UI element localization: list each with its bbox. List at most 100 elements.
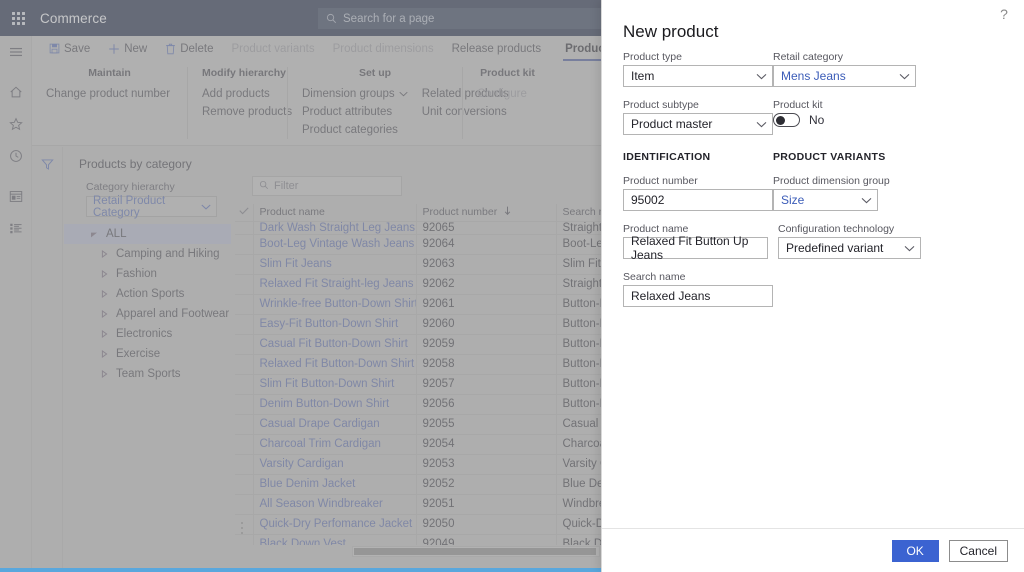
tree-node-action-sports[interactable]: Action Sports bbox=[64, 284, 231, 304]
table-row[interactable]: Boot-Leg Vintage Wash Jeans 92064 Boot-L… bbox=[235, 234, 601, 255]
funnel-icon[interactable] bbox=[32, 158, 63, 171]
row-checkbox[interactable] bbox=[235, 221, 254, 235]
help-icon[interactable]: ? bbox=[995, 5, 1013, 23]
triangle-right-icon[interactable] bbox=[96, 330, 112, 338]
table-row[interactable]: Slim Fit Jeans 92063 Slim Fit Jeans bbox=[235, 254, 601, 275]
horizontal-scrollbar[interactable] bbox=[352, 546, 600, 557]
cell-product-name[interactable]: Relaxed Fit Button-Down Shirt bbox=[253, 354, 417, 375]
product-attributes-button[interactable]: Product attributes bbox=[302, 106, 408, 118]
product-dimension-group-select[interactable]: Size bbox=[773, 189, 878, 211]
table-row[interactable]: Slim Fit Button-Down Shirt 92057 Button-… bbox=[235, 374, 601, 395]
cell-product-name[interactable]: Quick-Dry Perfomance Jacket bbox=[253, 514, 417, 535]
table-row[interactable]: Dark Wash Straight Leg Jeans 92065 Strai… bbox=[235, 221, 601, 235]
change-product-number-button[interactable]: Change product number bbox=[46, 88, 170, 100]
row-checkbox[interactable] bbox=[235, 494, 254, 515]
table-row[interactable]: Denim Button-Down Shirt 92056 Button-Dow… bbox=[235, 394, 601, 415]
table-row[interactable]: Charcoal Trim Cardigan 92054 Charcoal Ca… bbox=[235, 434, 601, 455]
product-categories-button[interactable]: Product categories bbox=[302, 124, 408, 136]
row-checkbox[interactable] bbox=[235, 234, 254, 255]
table-row[interactable]: Blue Denim Jacket 92052 Blue Denim Jacke… bbox=[235, 474, 601, 495]
global-search-input[interactable]: Search for a page bbox=[318, 8, 601, 29]
row-checkbox[interactable] bbox=[235, 534, 254, 545]
dimension-groups-button[interactable]: Dimension groups bbox=[302, 88, 408, 100]
product-type-select[interactable]: Item bbox=[623, 65, 773, 87]
row-checkbox[interactable] bbox=[235, 254, 254, 275]
row-checkbox[interactable] bbox=[235, 294, 254, 315]
triangle-right-icon[interactable] bbox=[96, 250, 112, 258]
toggle-switch-off-icon[interactable] bbox=[773, 113, 800, 127]
scrollbar-thumb[interactable] bbox=[354, 548, 596, 555]
table-row[interactable]: Relaxed Fit Straight-leg Jeans 92062 Str… bbox=[235, 274, 601, 295]
row-checkbox[interactable] bbox=[235, 374, 254, 395]
remove-products-button[interactable]: Remove products bbox=[202, 106, 292, 118]
row-checkbox[interactable] bbox=[235, 454, 254, 475]
cell-product-name[interactable]: Wrinkle-free Button-Down Shirt bbox=[253, 294, 417, 315]
row-checkbox[interactable] bbox=[235, 394, 254, 415]
retail-category-select[interactable]: Mens Jeans bbox=[773, 65, 916, 87]
cancel-button[interactable]: Cancel bbox=[948, 539, 1008, 562]
cell-product-name[interactable]: Slim Fit Jeans bbox=[253, 254, 417, 275]
select-all-header[interactable] bbox=[235, 204, 254, 222]
table-row[interactable]: Quick-Dry Perfomance Jacket 92050 Quick-… bbox=[235, 514, 601, 535]
row-checkbox[interactable] bbox=[235, 334, 254, 355]
product-kit-toggle[interactable]: No bbox=[773, 113, 923, 127]
product-number-input[interactable]: 95002 bbox=[623, 189, 773, 211]
tree-node-electronics[interactable]: Electronics bbox=[64, 324, 231, 344]
table-row[interactable]: Casual Fit Button-Down Shirt 92059 Butto… bbox=[235, 334, 601, 355]
cell-product-name[interactable]: Easy-Fit Button-Down Shirt bbox=[253, 314, 417, 335]
tree-node-all[interactable]: ALL bbox=[64, 224, 231, 244]
column-header-product-name[interactable]: Product name bbox=[253, 204, 417, 222]
app-launcher-icon[interactable] bbox=[0, 0, 36, 36]
configuration-technology-select[interactable]: Predefined variant bbox=[778, 237, 921, 259]
tab-release-products[interactable]: Release products bbox=[443, 36, 551, 61]
triangle-right-icon[interactable] bbox=[96, 370, 112, 378]
search-name-input[interactable]: Relaxed Jeans bbox=[623, 285, 773, 307]
row-checkbox[interactable] bbox=[235, 314, 254, 335]
table-row[interactable]: Black Down Vest 92049 Black Down Vest bbox=[235, 534, 601, 545]
delete-button[interactable]: Delete bbox=[156, 36, 222, 61]
triangle-right-icon[interactable] bbox=[96, 270, 112, 278]
configure-button[interactable]: Configure bbox=[477, 88, 527, 100]
cell-product-name[interactable]: Varsity Cardigan bbox=[253, 454, 417, 475]
cell-product-name[interactable]: Blue Denim Jacket bbox=[253, 474, 417, 495]
product-name-input[interactable]: Relaxed Fit Button Up Jeans bbox=[623, 234, 768, 262]
table-row[interactable]: All Season Windbreaker 92051 Windbreaker bbox=[235, 494, 601, 515]
row-checkbox[interactable] bbox=[235, 514, 254, 535]
triangle-right-icon[interactable] bbox=[96, 310, 112, 318]
workspace-icon[interactable] bbox=[0, 180, 32, 212]
add-products-button[interactable]: Add products bbox=[202, 88, 292, 100]
column-header-search-name[interactable]: Search name bbox=[556, 204, 601, 222]
ok-button[interactable]: OK bbox=[891, 539, 939, 562]
star-icon[interactable] bbox=[0, 108, 32, 140]
row-checkbox[interactable] bbox=[235, 354, 254, 375]
cell-product-name[interactable]: Slim Fit Button-Down Shirt bbox=[253, 374, 417, 395]
cell-product-name[interactable]: Dark Wash Straight Leg Jeans bbox=[253, 221, 417, 235]
row-checkbox[interactable] bbox=[235, 274, 254, 295]
tree-node-camping-and-hiking[interactable]: Camping and Hiking bbox=[64, 244, 231, 264]
table-row[interactable]: Casual Drape Cardigan 92055 Casual Cardi… bbox=[235, 414, 601, 435]
tree-node-exercise[interactable]: Exercise bbox=[64, 344, 231, 364]
hamburger-menu-icon[interactable] bbox=[0, 36, 32, 68]
new-button[interactable]: New bbox=[99, 36, 156, 61]
cell-product-name[interactable]: Casual Fit Button-Down Shirt bbox=[253, 334, 417, 355]
cell-product-name[interactable]: All Season Windbreaker bbox=[253, 494, 417, 515]
cell-product-name[interactable]: Charcoal Trim Cardigan bbox=[253, 434, 417, 455]
tree-node-apparel-and-footwear[interactable]: Apparel and Footwear bbox=[64, 304, 231, 324]
category-hierarchy-select[interactable]: Retail Product Category bbox=[86, 195, 217, 219]
tree-node-fashion[interactable]: Fashion bbox=[64, 264, 231, 284]
table-row[interactable]: Wrinkle-free Button-Down Shirt 92061 But… bbox=[235, 294, 601, 315]
cell-product-name[interactable]: Relaxed Fit Straight-leg Jeans bbox=[253, 274, 417, 295]
modules-list-icon[interactable] bbox=[0, 212, 32, 244]
table-row[interactable]: Varsity Cardigan 92053 Varsity Cardigan bbox=[235, 454, 601, 475]
row-checkbox[interactable] bbox=[235, 474, 254, 495]
cell-product-name[interactable]: Denim Button-Down Shirt bbox=[253, 394, 417, 415]
cell-product-name[interactable]: Casual Drape Cardigan bbox=[253, 414, 417, 435]
triangle-down-icon[interactable] bbox=[86, 230, 102, 238]
table-row[interactable]: Relaxed Fit Button-Down Shirt 92058 Butt… bbox=[235, 354, 601, 375]
row-checkbox[interactable] bbox=[235, 434, 254, 455]
table-row[interactable]: Easy-Fit Button-Down Shirt 92060 Button-… bbox=[235, 314, 601, 335]
row-checkbox[interactable] bbox=[235, 414, 254, 435]
triangle-right-icon[interactable] bbox=[96, 350, 112, 358]
product-subtype-select[interactable]: Product master bbox=[623, 113, 773, 135]
cell-product-name[interactable]: Black Down Vest bbox=[253, 534, 417, 545]
